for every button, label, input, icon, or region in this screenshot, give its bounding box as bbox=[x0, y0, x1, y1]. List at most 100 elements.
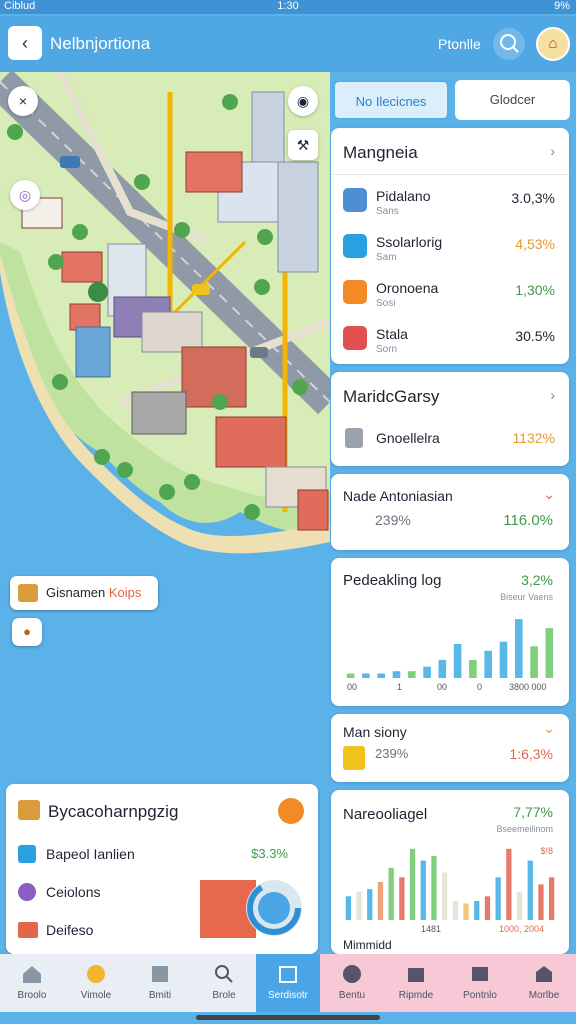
chart-bar bbox=[452, 901, 458, 920]
clock: 1:30 bbox=[277, 0, 299, 12]
list-item-subtitle: Sam bbox=[376, 252, 397, 263]
chart-bar bbox=[346, 673, 355, 678]
back-arrow-icon: ‹ bbox=[22, 33, 28, 53]
market-card-title: MaridcGarsy bbox=[343, 387, 440, 406]
x-tick-label: 1 bbox=[397, 682, 403, 692]
map-tooltip[interactable]: Gisnamen Koips bbox=[10, 576, 158, 610]
insight-left-value: 239% bbox=[375, 746, 409, 761]
chart-card-1: Pedeakling log 3,2% Biseur Vaens 00 1 00… bbox=[331, 558, 569, 706]
overview-item[interactable]: Bapeol Ianlien $3.3% bbox=[18, 842, 308, 866]
overview-item[interactable]: Deifeso bbox=[18, 918, 198, 942]
list-item-subtitle: Sosi bbox=[376, 298, 396, 309]
chart-bar bbox=[388, 867, 394, 920]
nav-label: Broolo bbox=[17, 990, 47, 1001]
list-item-title: Pidalano bbox=[376, 188, 431, 204]
map-camera-button[interactable]: ◉ bbox=[288, 86, 318, 116]
chart-bar bbox=[506, 848, 512, 920]
metrics-card: Mangneia › Pidalano Sans 3.0,3% Ssolarlo… bbox=[331, 128, 569, 364]
tab-secondary[interactable]: Glodcer bbox=[455, 80, 570, 120]
chart-1-axis: 00 1 00 0 3800 000 bbox=[345, 682, 555, 694]
chart-bar bbox=[515, 619, 523, 678]
overview-item-label: Ceiolons bbox=[46, 884, 101, 900]
metrics-card-title: Mangneia bbox=[343, 143, 418, 162]
chart-bar bbox=[399, 877, 405, 920]
chart-bar bbox=[438, 659, 447, 678]
nav-item-2[interactable]: Vimole bbox=[64, 954, 128, 1012]
list-item[interactable]: Oronoena Sosi 1,30% bbox=[331, 272, 569, 316]
map-pin-button[interactable]: ● bbox=[12, 618, 42, 646]
chevron-right-icon[interactable]: › bbox=[550, 387, 555, 403]
chart-bar bbox=[408, 671, 416, 678]
search-button[interactable] bbox=[493, 28, 525, 60]
x-tick-label: 00 bbox=[437, 682, 448, 692]
chart-bar bbox=[516, 891, 523, 920]
chart-bar bbox=[495, 877, 501, 920]
nav-item-6[interactable]: Bentu bbox=[320, 954, 384, 1012]
page-title: Nelbnjortiona bbox=[50, 34, 151, 53]
back-button[interactable]: ‹ bbox=[8, 26, 42, 60]
nav-item-active[interactable]: Serdisotr bbox=[256, 954, 320, 1012]
list-item[interactable]: Stala Sorn 30.5% bbox=[331, 318, 569, 362]
overview-card: Bycacoharnpgzig Bapeol Ianlien $3.3% Cei… bbox=[6, 784, 318, 954]
app-header: ‹ Nelbnjortiona Ptonlle ⌂ bbox=[0, 16, 576, 72]
list-item-title: Ssolarlorig bbox=[376, 234, 443, 250]
chart-bar bbox=[377, 673, 385, 678]
map-close-button[interactable]: × bbox=[8, 86, 38, 116]
nav-label: Bmiti bbox=[148, 990, 172, 1001]
chevron-down-icon[interactable]: ⌄ bbox=[543, 720, 555, 737]
list-item-title: Oronoena bbox=[376, 280, 439, 296]
nav-item-home[interactable]: Broolo bbox=[0, 954, 64, 1012]
flask-icon bbox=[345, 428, 363, 448]
chart-bar bbox=[423, 666, 431, 678]
folder-icon bbox=[18, 922, 38, 938]
list-item-subtitle: Sans bbox=[376, 206, 399, 217]
chart-bar bbox=[538, 884, 544, 920]
chart-bar bbox=[469, 659, 477, 678]
chart-bar bbox=[345, 896, 351, 920]
nav-item-4[interactable]: Brole bbox=[192, 954, 256, 1012]
overview-item-label: Bapeol Ianlien bbox=[46, 846, 135, 862]
home-indicator bbox=[196, 1015, 380, 1020]
chart-1-subtitle: Biseur Vaens bbox=[500, 592, 553, 602]
market-card: MaridcGarsy › Gnoellelra 1132% bbox=[331, 372, 569, 466]
list-item-value: 1,30% bbox=[515, 282, 555, 298]
insight-right-value: 1:6,3% bbox=[509, 746, 553, 762]
nav-label: Ripmde bbox=[398, 990, 434, 1001]
chart-bar bbox=[549, 877, 555, 920]
nav-label: Morlbe bbox=[528, 990, 560, 1001]
map-layer-button[interactable]: ◎ bbox=[10, 180, 40, 210]
list-item[interactable]: Ssolarlorig Sam 4,53% bbox=[331, 226, 569, 270]
chart-1-title: Pedeakling log bbox=[343, 572, 442, 589]
chart-bar bbox=[527, 860, 533, 920]
nav-item-8[interactable]: Pontnlo bbox=[448, 954, 512, 1012]
building-icon bbox=[279, 966, 297, 983]
list-item-value: 30.5% bbox=[515, 328, 555, 344]
overview-item[interactable]: Ceiolons bbox=[18, 880, 198, 904]
chart-bar bbox=[409, 848, 416, 920]
nav-item-7[interactable]: Ripmde bbox=[384, 954, 448, 1012]
progress-ring bbox=[246, 880, 302, 936]
header-link[interactable]: Ptonlle bbox=[438, 36, 481, 52]
battery-level: 9% bbox=[554, 0, 570, 12]
sun-icon bbox=[343, 280, 367, 304]
x-tick-label: 1000, 2004 bbox=[499, 924, 545, 934]
chart-card-2: Nareooliagel 7,77% Bseemeilinom $!8 1481… bbox=[331, 790, 569, 954]
panel-tabs: No Ilecicnes Glodcer bbox=[331, 80, 571, 120]
map-tools-button[interactable]: ⚒ bbox=[288, 130, 318, 160]
chevron-right-icon[interactable]: › bbox=[550, 143, 555, 159]
list-item[interactable]: Gnoellelra 1132% bbox=[331, 424, 569, 458]
list-item[interactable]: Pidalano Sans 3.0,3% bbox=[331, 180, 569, 224]
chart-bar bbox=[499, 641, 508, 678]
nav-item-3[interactable]: Bmiti bbox=[128, 954, 192, 1012]
status-bar: Ciblud 1:30 9% bbox=[0, 0, 576, 14]
nav-item-9[interactable]: Morlbe bbox=[512, 954, 576, 1012]
avatar[interactable]: ⌂ bbox=[536, 27, 570, 61]
tab-primary[interactable]: No Ilecicnes bbox=[333, 80, 449, 120]
chevron-down-icon[interactable]: ⌄ bbox=[543, 486, 555, 503]
summary-right-value: 116.0% bbox=[503, 512, 553, 529]
status-dot-icon bbox=[278, 798, 304, 824]
chart-bar bbox=[474, 901, 480, 920]
chart-bar bbox=[484, 650, 492, 678]
chart-bar bbox=[392, 671, 401, 678]
summary-card-title: Nade Antoniasian bbox=[343, 488, 453, 504]
